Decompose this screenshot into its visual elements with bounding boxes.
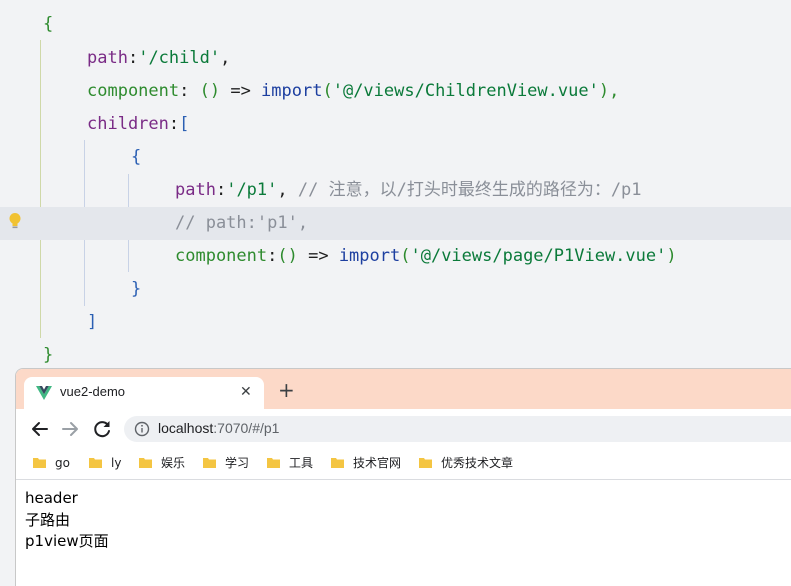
folder-icon xyxy=(267,458,280,468)
code-line: ] xyxy=(87,312,98,332)
folder-icon xyxy=(331,458,344,468)
p1view-text: p1view页面 xyxy=(25,532,109,550)
code-line: path:'/p1', // 注意，以/打头时最终生成的路径为：/p1 xyxy=(175,180,642,200)
folder-icon xyxy=(419,458,432,468)
code-line: } xyxy=(131,279,142,299)
bookmark-tech-articles[interactable]: 优秀技术文章 xyxy=(419,455,529,473)
bookmark-ly[interactable]: ly xyxy=(89,455,129,473)
bookmark-label: 娱乐 xyxy=(161,456,186,470)
bookmark-go[interactable]: go xyxy=(33,455,83,473)
bookmark-entertainment[interactable]: 娱乐 xyxy=(139,455,195,473)
bookmark-tech-sites[interactable]: 技术官网 xyxy=(331,455,411,473)
tab-title: vue2-demo xyxy=(60,384,126,399)
code-line: component:() => import('@/views/page/P1V… xyxy=(175,246,677,266)
folder-icon xyxy=(89,458,102,468)
address-bar[interactable]: localhost:7070/#/p1 xyxy=(124,416,791,442)
code-line-current: // path:'p1', xyxy=(0,207,791,240)
lightbulb-icon[interactable] xyxy=(8,212,22,230)
bookmark-label: ly xyxy=(111,456,122,470)
reload-icon[interactable] xyxy=(90,417,114,441)
page-content: header 子路由 p1view页面 xyxy=(16,480,791,586)
url-text[interactable]: localhost:7070/#/p1 xyxy=(158,420,279,436)
page-header-text: header xyxy=(25,489,78,507)
bookmark-study[interactable]: 学习 xyxy=(203,455,259,473)
new-tab-button[interactable]: + xyxy=(278,380,295,400)
bookmark-label: 工具 xyxy=(289,456,314,470)
code-line: path:'/child', xyxy=(87,48,231,68)
child-route-text: 子路由 xyxy=(25,511,71,529)
code-line: children:[ xyxy=(87,114,190,134)
folder-icon xyxy=(139,458,152,468)
arrow-left-icon[interactable] xyxy=(28,417,52,441)
bookmark-tools[interactable]: 工具 xyxy=(267,455,323,473)
code-line: { xyxy=(131,147,142,167)
arrow-right-icon[interactable] xyxy=(58,417,82,441)
bookmark-label: 技术官网 xyxy=(353,456,402,470)
browser-toolbar: localhost:7070/#/p1 xyxy=(16,409,791,449)
tab-vue2-demo[interactable]: vue2-demo ✕ xyxy=(24,377,264,409)
code-line: { xyxy=(43,14,54,34)
folder-icon xyxy=(33,458,46,468)
tab-strip: vue2-demo ✕ + xyxy=(16,369,791,409)
bookmark-label: go xyxy=(55,456,70,470)
bookmark-label: 学习 xyxy=(225,456,250,470)
code-line: component: () => import('@/views/Childre… xyxy=(87,81,620,101)
vue-logo-icon xyxy=(36,386,52,400)
folder-icon xyxy=(203,458,216,468)
bookmarks-bar: go ly 娱乐 学习 工具 技术官网 优秀技术文章 xyxy=(16,449,791,480)
info-icon[interactable] xyxy=(134,421,150,437)
bookmark-label: 优秀技术文章 xyxy=(441,456,514,470)
close-tab-button[interactable]: ✕ xyxy=(240,383,252,401)
browser-window: vue2-demo ✕ + localhost:7070/#/p1 go ly … xyxy=(15,368,791,586)
